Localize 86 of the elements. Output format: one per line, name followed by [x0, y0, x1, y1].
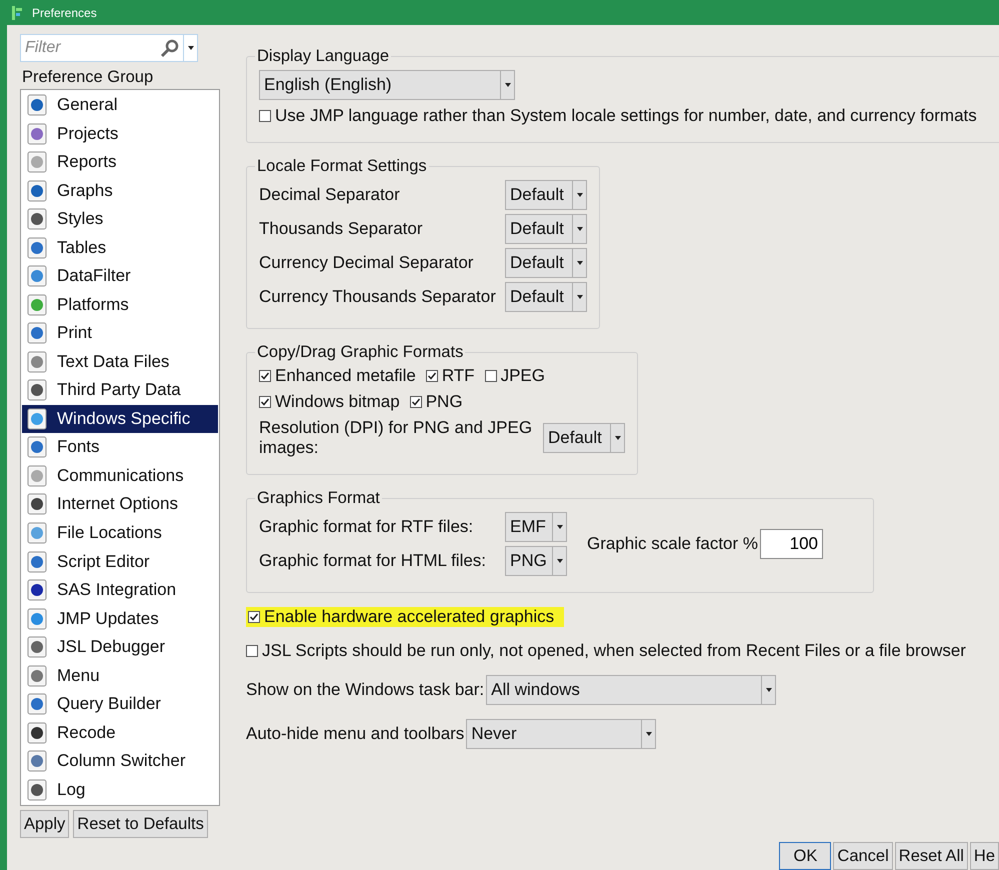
window-title: Preferences: [32, 6, 97, 20]
dialog-button[interactable]: Cancel: [833, 842, 893, 870]
list-item[interactable]: JSL Debugger: [22, 632, 218, 662]
field-label: Currency Decimal Separator: [259, 253, 474, 273]
scale-field[interactable]: 100: [760, 529, 824, 559]
list-item[interactable]: Projects: [22, 120, 218, 148]
list-item[interactable]: Reports: [22, 148, 218, 177]
list-item[interactable]: Tables: [22, 234, 218, 262]
list-item[interactable]: Fonts: [22, 433, 218, 462]
field-label: Decimal Separator: [259, 185, 401, 205]
checkbox[interactable]: RTF: [426, 366, 475, 386]
check-icon: [426, 371, 437, 381]
list-item[interactable]: Styles: [22, 205, 218, 234]
dropdown[interactable]: Default: [505, 248, 587, 278]
list-item[interactable]: Communications: [22, 462, 218, 490]
list-item[interactable]: File Locations: [22, 518, 218, 548]
field-label: Graphic format for HTML files:: [259, 551, 488, 571]
filter-field[interactable]: Filter: [20, 34, 184, 62]
field-label: Resolution (DPI) for PNG and JPEG images:: [259, 418, 534, 458]
dropdown[interactable]: Default: [543, 423, 625, 453]
checkbox[interactable]: Windows bitmap: [259, 392, 400, 412]
app-icon: [12, 6, 24, 20]
field-label: Auto-hide menu and toolbars: [246, 724, 464, 744]
caret-icon: [646, 732, 652, 736]
list-item[interactable]: Windows Specific: [22, 404, 218, 434]
field-label: Graphic format for RTF files:: [259, 517, 474, 537]
dropdown[interactable]: EMF: [505, 512, 567, 542]
dropdown[interactable]: Default: [505, 180, 587, 210]
caret-icon: [576, 261, 582, 265]
list-item[interactable]: Log: [22, 775, 218, 804]
caret-icon: [576, 193, 582, 197]
list-label: Preference Group: [22, 68, 154, 87]
list-item[interactable]: JMP Updates: [22, 604, 218, 633]
caret-icon: [188, 46, 194, 50]
dropdown[interactable]: Default: [505, 214, 587, 244]
list-item[interactable]: DataFilter: [22, 262, 218, 291]
caret-icon: [556, 525, 562, 529]
list-item[interactable]: Column Switcher: [22, 746, 218, 776]
group-title: Copy/Drag Graphic Formats: [256, 343, 464, 362]
list-item[interactable]: Query Builder: [22, 690, 218, 718]
caret-icon: [556, 559, 562, 563]
list-item[interactable]: Script Editor: [22, 547, 218, 576]
group-title: Locale Format Settings: [256, 157, 428, 176]
field-label: Currency Thousands Separator: [259, 287, 497, 307]
checkbox[interactable]: JPEG: [484, 366, 545, 386]
caret-icon: [504, 83, 510, 87]
search-icon: [160, 38, 180, 58]
check-icon: [410, 397, 421, 407]
dialog-button[interactable]: Reset All: [894, 842, 968, 870]
checkbox[interactable]: Enable hardware accelerated graphics: [246, 607, 564, 627]
dropdown[interactable]: English (English): [259, 70, 515, 100]
field-label: Graphic scale factor %: [587, 534, 758, 554]
list-item[interactable]: Third Party Data: [22, 376, 218, 405]
list-item[interactable]: Print: [22, 319, 218, 348]
action-button[interactable]: Apply: [20, 810, 70, 838]
list-item[interactable]: General: [22, 91, 218, 120]
dialog-button[interactable]: OK: [779, 842, 832, 870]
list-item[interactable]: SAS Integration: [22, 576, 218, 604]
group-title: Graphics Format: [256, 489, 381, 508]
list-item[interactable]: Menu: [22, 661, 218, 690]
checkbox[interactable]: Enhanced metafile: [259, 366, 416, 386]
checkbox[interactable]: JSL Scripts should be run only, not opened, when selected from Recent Files or a file browser: [246, 641, 966, 661]
caret-icon: [766, 688, 772, 692]
dropdown[interactable]: PNG: [505, 546, 567, 576]
dialog-button[interactable]: He: [970, 842, 999, 870]
dropdown[interactable]: All windows: [486, 675, 776, 705]
list-item[interactable]: Internet Options: [22, 490, 218, 519]
dropdown[interactable]: Default: [505, 282, 587, 312]
dropdown[interactable]: Never: [466, 719, 656, 749]
list-item[interactable]: Graphs: [22, 176, 218, 206]
check-icon: [260, 397, 270, 407]
list-item[interactable]: Recode: [22, 718, 218, 747]
caret-icon: [614, 436, 620, 440]
list-item[interactable]: Platforms: [22, 290, 218, 320]
check-icon: [260, 371, 270, 381]
filter-menu-button[interactable]: [184, 34, 198, 62]
caret-icon: [576, 227, 582, 231]
field-label: Show on the Windows task bar:: [246, 680, 484, 700]
check-icon: [249, 612, 259, 622]
group-title: Display Language: [256, 47, 390, 66]
checkbox[interactable]: PNG: [410, 392, 463, 412]
list-item[interactable]: Text Data Files: [22, 348, 218, 376]
checkbox[interactable]: Use JMP language rather than System locale settings for number, date, and currency formats: [259, 106, 999, 126]
action-button[interactable]: Reset to Defaults: [73, 810, 208, 838]
caret-icon: [576, 295, 582, 299]
field-label: Thousands Separator: [259, 219, 424, 239]
